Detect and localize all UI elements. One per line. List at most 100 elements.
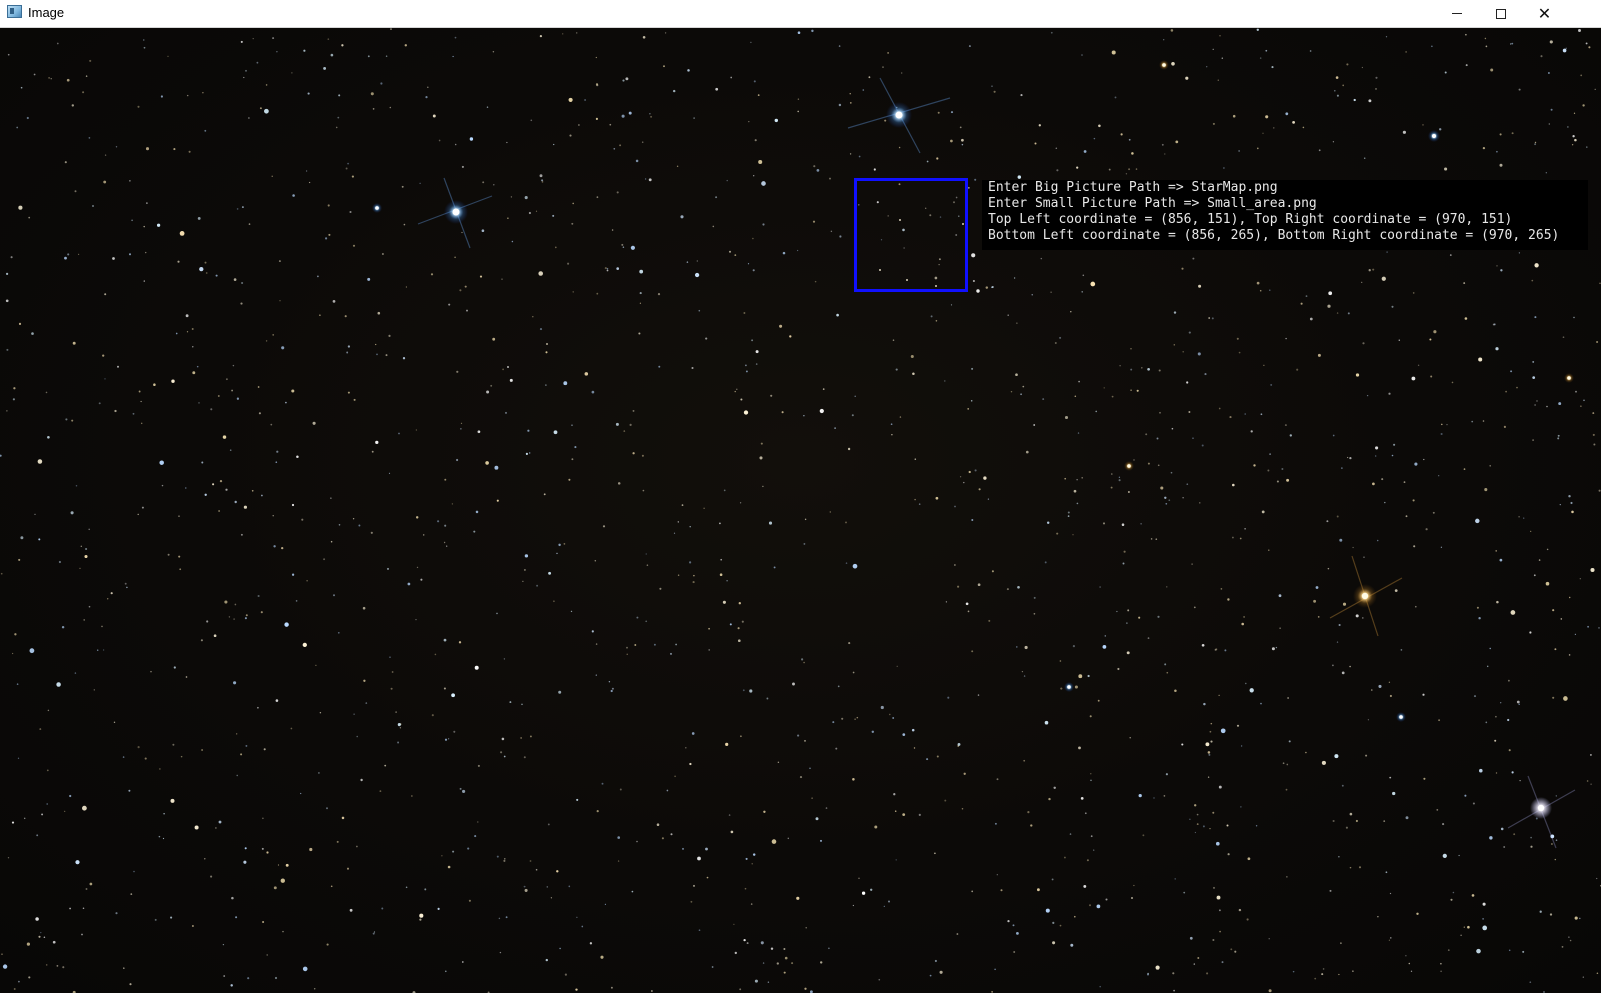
star <box>849 153 852 155</box>
star <box>1271 66 1274 69</box>
star <box>323 66 327 70</box>
star <box>225 488 228 491</box>
star <box>743 938 746 942</box>
star <box>1538 559 1541 561</box>
star <box>816 169 820 172</box>
star <box>1033 596 1036 599</box>
star <box>741 620 744 623</box>
star <box>936 755 939 758</box>
star <box>1590 783 1592 785</box>
window-title: Image <box>28 5 65 20</box>
star <box>819 408 824 414</box>
star <box>548 571 552 575</box>
star <box>70 511 74 515</box>
star <box>1072 534 1074 536</box>
star <box>1165 773 1168 776</box>
star <box>774 118 779 123</box>
star <box>763 810 766 813</box>
star <box>1078 674 1083 679</box>
star <box>1189 818 1191 820</box>
star <box>33 73 36 76</box>
star <box>1268 989 1272 993</box>
star <box>1052 941 1056 945</box>
star <box>692 581 695 584</box>
star <box>280 878 285 883</box>
star <box>1013 277 1016 279</box>
star <box>1078 380 1080 383</box>
star <box>1081 54 1083 56</box>
star <box>1499 163 1503 167</box>
star <box>1099 586 1101 588</box>
star <box>1275 646 1278 649</box>
star <box>131 219 133 222</box>
star <box>1090 773 1092 775</box>
star <box>153 383 156 386</box>
star <box>281 546 284 550</box>
star <box>740 398 743 401</box>
star <box>642 489 645 492</box>
star <box>26 942 30 946</box>
star <box>1472 802 1475 805</box>
star <box>1425 528 1428 531</box>
star <box>1147 462 1150 465</box>
star <box>977 583 981 587</box>
star <box>222 943 225 946</box>
star <box>341 44 344 47</box>
star <box>1560 618 1563 620</box>
star <box>947 696 950 699</box>
star <box>1349 456 1352 460</box>
star <box>319 314 321 317</box>
star <box>1412 499 1415 502</box>
maximize-button[interactable] <box>1478 0 1523 27</box>
star <box>14 633 17 636</box>
star <box>1539 910 1542 913</box>
star <box>1567 126 1569 128</box>
star <box>6 348 9 351</box>
star <box>944 799 947 802</box>
star <box>88 605 91 608</box>
star <box>1484 37 1487 40</box>
star <box>1087 674 1090 678</box>
star <box>245 69 247 72</box>
star <box>83 619 86 621</box>
star <box>150 670 152 673</box>
star <box>1212 938 1215 942</box>
star <box>415 618 417 621</box>
star <box>708 627 710 630</box>
star <box>224 600 228 604</box>
star <box>730 830 734 834</box>
star <box>376 353 378 356</box>
star <box>1389 892 1392 895</box>
title-bar[interactable]: Image ✕ <box>0 0 1601 28</box>
star <box>276 51 278 53</box>
star <box>1478 617 1481 620</box>
star <box>1440 546 1443 548</box>
star <box>728 250 732 253</box>
star <box>1214 648 1217 651</box>
star <box>1496 265 1498 267</box>
close-button[interactable]: ✕ <box>1522 0 1567 27</box>
star <box>1476 948 1481 954</box>
star <box>1201 444 1204 447</box>
star <box>1398 339 1401 342</box>
star <box>202 91 204 94</box>
star <box>1224 649 1227 652</box>
star <box>257 386 260 388</box>
star <box>858 877 860 879</box>
star <box>445 970 447 973</box>
star <box>954 505 956 508</box>
star <box>419 913 424 918</box>
star <box>206 620 209 623</box>
star <box>1012 924 1015 927</box>
minimize-button[interactable] <box>1434 0 1479 27</box>
star <box>1349 665 1351 668</box>
star <box>1460 934 1462 937</box>
star <box>606 267 609 270</box>
star <box>723 489 726 492</box>
star <box>492 337 496 341</box>
star <box>13 988 16 990</box>
star <box>1510 370 1513 373</box>
star <box>284 622 289 627</box>
star <box>370 92 374 96</box>
star <box>1446 423 1448 426</box>
